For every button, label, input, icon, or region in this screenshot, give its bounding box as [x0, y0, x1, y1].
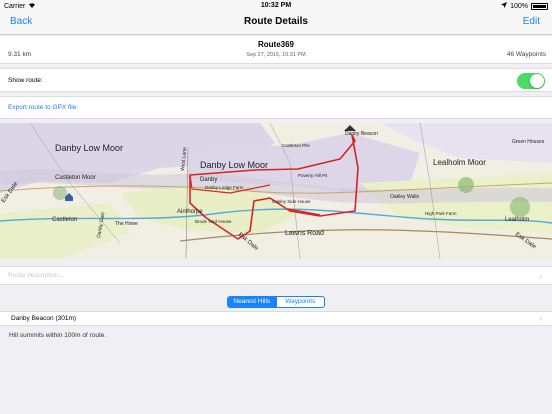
map-label-castleton-moor: Castleton Moor [55, 175, 96, 181]
map-label-green-houses: Green Houses [512, 139, 545, 145]
route-waypoint-count: 46 Waypoints [506, 51, 546, 58]
list-mode-segmented-control: Nearest Hills Waypoints [227, 296, 325, 308]
map-label-danby-low-moor-center: Danby Low Moor [200, 160, 268, 170]
hill-label: Danby Beacon (301m) [11, 315, 77, 322]
map-label-oakley-side-house: Oakley Side House [272, 199, 311, 204]
show-route-toggle[interactable] [517, 73, 545, 89]
map-canvas: Danby Low Moor Castleton Moor Danby Low … [0, 123, 552, 259]
route-distance: 9.31 km [8, 51, 32, 58]
map-label-danby-lodge-farm: Danby Lodge Farm [205, 185, 244, 190]
toggle-knob [530, 74, 544, 88]
chevron-right-icon: › [539, 313, 542, 323]
status-bar: Carrier 10:32 PM 100% [0, 0, 552, 12]
navigation-bar: Back Route Details Edit [0, 12, 552, 35]
chevron-right-icon: › [539, 271, 542, 281]
location-arrow-icon [501, 2, 508, 10]
map-label-lealholm-moor: Lealholm Moor [433, 158, 486, 167]
map-label-the-howe: The Howe [115, 221, 138, 227]
route-map[interactable]: Danby Low Moor Castleton Moor Danby Low … [0, 123, 552, 259]
tab-nearest-hills[interactable]: Nearest Hills [228, 297, 276, 307]
route-date: Sep 27, 2016, 10:31 PM [246, 52, 306, 58]
map-label-castleton: Castleton [52, 217, 77, 223]
map-label-danby-beacon: Danby Beacon [345, 131, 378, 137]
map-label-lealholm: Lealholm [505, 217, 529, 223]
export-row: Export route to GPX file [0, 96, 552, 119]
route-name: Route369 [257, 40, 294, 49]
map-label-poverty-hill-pit: Poverty Hill Pit [298, 173, 328, 178]
tab-waypoints[interactable]: Waypoints [275, 297, 325, 307]
woodland-1 [458, 177, 474, 193]
battery-percent: 100% [510, 2, 528, 10]
show-route-label: Show route: [8, 77, 43, 84]
status-time: 10:32 PM [260, 2, 292, 9]
map-label-castleton-pits: Castleton Pits [282, 143, 311, 148]
map-label-oakley-walls: Oakley Walls [390, 194, 419, 200]
route-summary: Route369 Sep 27, 2016, 10:31 PM 9.31 km … [0, 36, 552, 64]
map-label-danby: Danby [200, 177, 217, 183]
map-label-high-park-farm: High Park Farm [425, 211, 457, 216]
woodland-2 [510, 197, 530, 217]
woodland-3 [53, 186, 67, 200]
page-title: Route Details [244, 16, 308, 27]
hill-footer-note: Hill summits within 100m of route. [9, 332, 107, 339]
status-right: 100% [501, 2, 548, 10]
battery-icon [531, 2, 548, 10]
map-label-danby-low-moor-left: Danby Low Moor [55, 143, 123, 153]
route-description-placeholder: Route description... [8, 272, 65, 279]
list-item[interactable]: Danby Beacon (301m) › [0, 311, 552, 326]
show-route-row: Show route: [0, 68, 552, 92]
map-label-brook-yard-house: Brook Yard House [195, 219, 232, 224]
map-label-lawns-road: Lawns Road [285, 230, 324, 237]
export-gpx-link[interactable]: Export route to GPX file [8, 104, 76, 111]
route-description-row[interactable]: Route description... › [0, 266, 552, 285]
edit-button[interactable]: Edit [523, 16, 540, 27]
map-label-ainthorpe: Ainthorpe [177, 209, 203, 215]
